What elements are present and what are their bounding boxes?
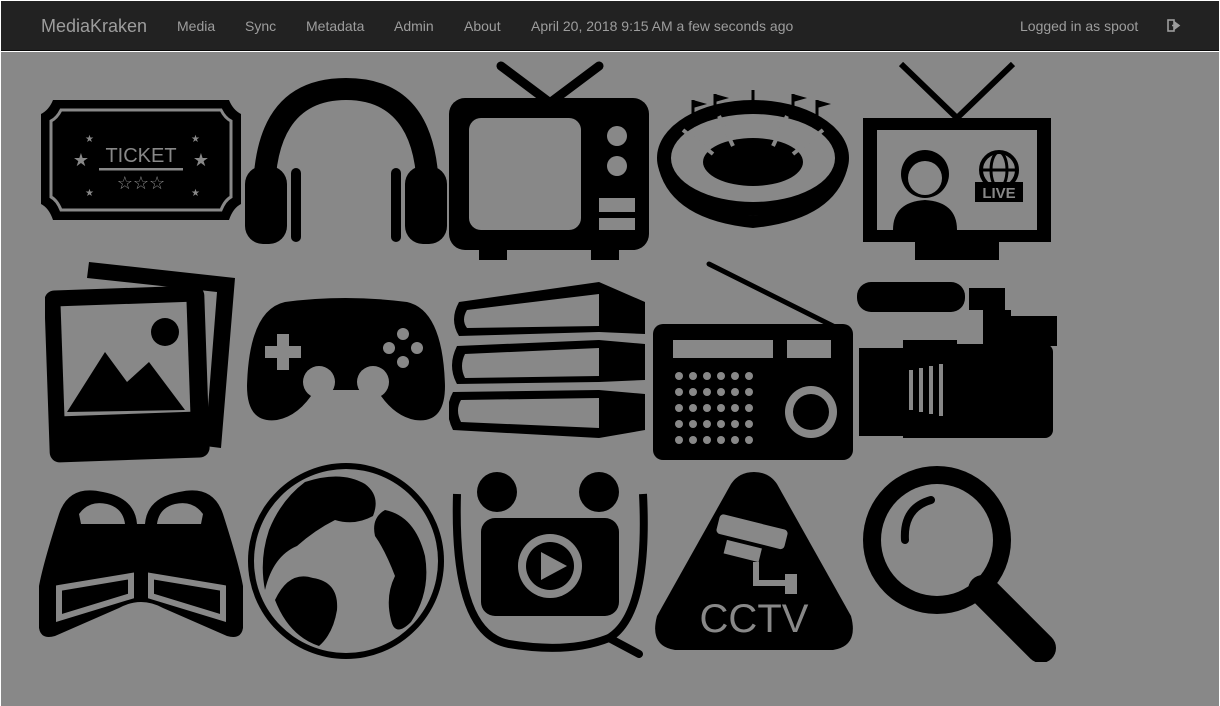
stadium-icon[interactable] <box>653 90 853 232</box>
svg-text:☆☆☆: ☆☆☆ <box>117 173 165 193</box>
nav-item-metadata[interactable]: Metadata <box>306 1 364 51</box>
sign-out-icon[interactable] <box>1167 1 1183 51</box>
top-navbar: MediaKraken Media Sync Metadata Admin Ab… <box>1 1 1219 51</box>
logged-in-user-text[interactable]: Logged in as spoot <box>1020 1 1138 51</box>
live-label: LIVE <box>982 185 1015 202</box>
television-icon[interactable] <box>449 60 651 262</box>
photos-icon[interactable] <box>45 260 237 464</box>
globe-icon[interactable] <box>245 460 447 662</box>
svg-text:★: ★ <box>191 188 200 199</box>
ticket-label: TICKET <box>105 145 176 167</box>
cctv-label: CCTV <box>700 597 809 641</box>
live-news-tv-icon[interactable]: LIVE <box>863 62 1055 262</box>
3d-glasses-icon[interactable] <box>39 484 243 640</box>
gamepad-icon[interactable] <box>245 296 447 424</box>
svg-text:★: ★ <box>85 188 94 199</box>
nav-item-media[interactable]: Media <box>177 1 215 51</box>
nav-datetime: April 20, 2018 9:15 AM a few seconds ago <box>531 18 794 34</box>
svg-text:★: ★ <box>73 150 89 170</box>
media-player-headphones-icon[interactable] <box>449 464 651 660</box>
brand-logo-text[interactable]: MediaKraken <box>41 1 147 51</box>
headphones-icon[interactable] <box>245 76 447 246</box>
svg-text:★: ★ <box>191 134 200 145</box>
nav-item-sync[interactable]: Sync <box>245 1 276 51</box>
radio-icon[interactable] <box>653 260 855 462</box>
nav-item-admin[interactable]: Admin <box>394 1 434 51</box>
svg-text:★: ★ <box>193 150 209 170</box>
ticket-icon[interactable]: TICKET ☆☆☆ ★ ★ ★ ★ ★ ★ <box>39 96 243 224</box>
svg-text:★: ★ <box>85 134 94 145</box>
nav-item-about[interactable]: About <box>464 1 501 51</box>
cctv-camera-icon[interactable]: CCTV <box>653 470 855 654</box>
media-grid: TICKET ☆☆☆ ★ ★ ★ ★ ★ ★ LIVE CCTV <box>1 52 1219 706</box>
magnifier-icon[interactable] <box>857 460 1059 662</box>
video-camera-icon[interactable] <box>857 282 1059 438</box>
books-icon[interactable] <box>449 280 651 440</box>
